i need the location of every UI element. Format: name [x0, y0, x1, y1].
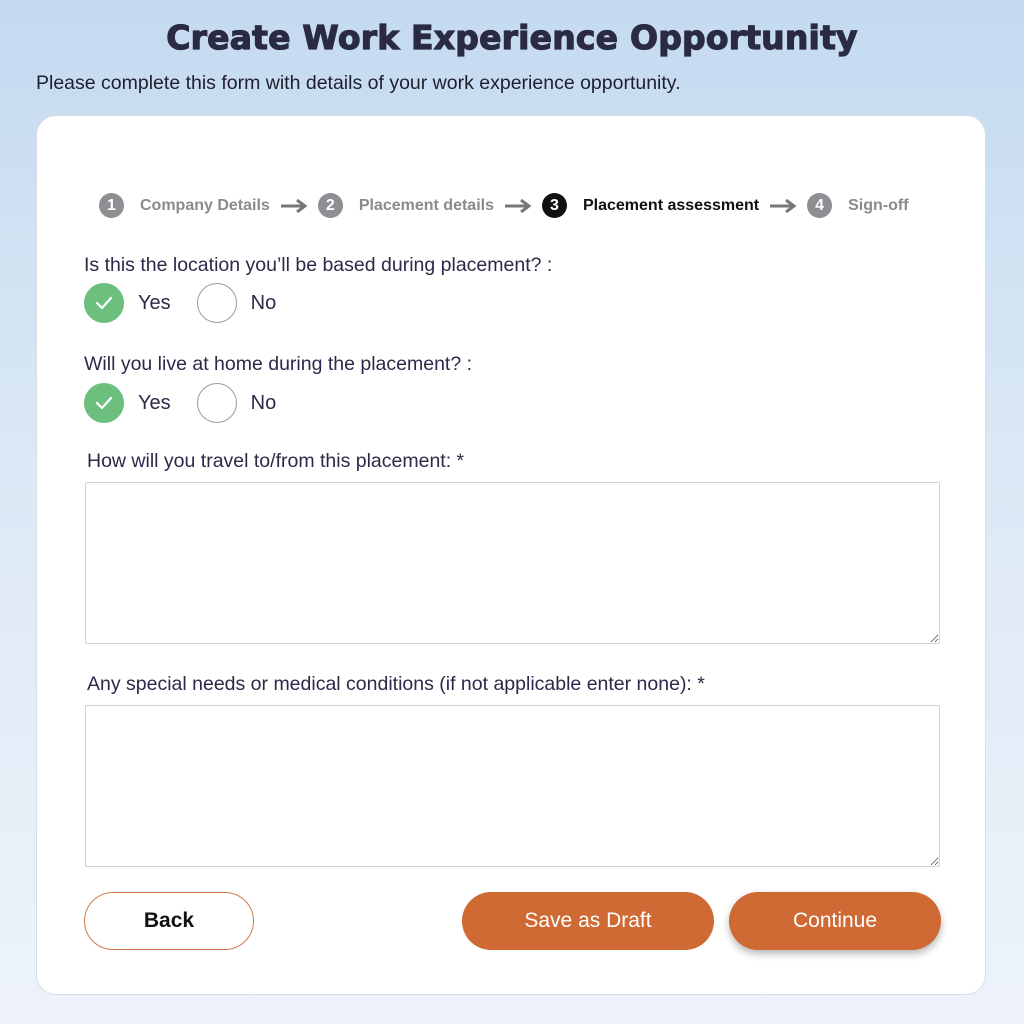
check-icon [95, 396, 113, 410]
step-number-4: 4 [807, 193, 833, 218]
check-icon [95, 296, 113, 310]
arrow-right-icon [504, 198, 532, 213]
progress-stepper: 1 Company Details 2 Placement details 3 … [99, 193, 909, 218]
radio-group-home: Yes No [84, 383, 302, 423]
radio-label-yes: Yes [138, 291, 171, 314]
special-needs-textarea[interactable] [85, 705, 940, 867]
step-label-sign-off: Sign-off [848, 196, 909, 214]
step-number-2: 2 [317, 193, 343, 218]
radio-group-location: Yes No [84, 283, 302, 323]
step-placement-assessment[interactable]: 3 Placement assessment [541, 193, 760, 218]
step-label-placement-details: Placement details [358, 196, 494, 214]
radio-location-yes[interactable] [84, 283, 124, 323]
step-placement-details[interactable]: 2 Placement details [317, 193, 494, 218]
step-label-company-details: Company Details [140, 196, 270, 214]
question-location-label: Is this the location you’ll be based dur… [84, 254, 553, 276]
travel-textarea[interactable] [85, 482, 940, 644]
special-needs-label: Any special needs or medical conditions … [87, 673, 705, 695]
step-label-placement-assessment: Placement assessment [582, 196, 760, 214]
intro-text: Please complete this form with details o… [36, 72, 681, 94]
arrow-right-icon [770, 198, 797, 213]
radio-home-yes[interactable] [84, 383, 124, 423]
step-number-1: 1 [99, 193, 124, 218]
continue-button[interactable]: Continue [729, 892, 941, 950]
arrow-right-icon [280, 198, 308, 213]
step-company-details[interactable]: 1 Company Details [99, 193, 270, 218]
radio-label-no: No [250, 291, 277, 314]
radio-home-no[interactable] [196, 383, 237, 423]
form-card: 1 Company Details 2 Placement details 3 … [36, 115, 986, 995]
step-sign-off[interactable]: 4 Sign-off [807, 193, 909, 218]
back-button[interactable]: Back [84, 892, 254, 950]
save-draft-button[interactable]: Save as Draft [462, 892, 714, 950]
travel-label: How will you travel to/from this placeme… [87, 450, 465, 472]
radio-label-no: No [250, 391, 277, 414]
page-title: Create Work Experience Opportunity [166, 17, 859, 57]
radio-location-no[interactable] [196, 283, 237, 323]
step-number-3: 3 [541, 193, 567, 218]
radio-label-yes: Yes [138, 391, 171, 414]
question-home-label: Will you live at home during the placeme… [84, 353, 473, 375]
